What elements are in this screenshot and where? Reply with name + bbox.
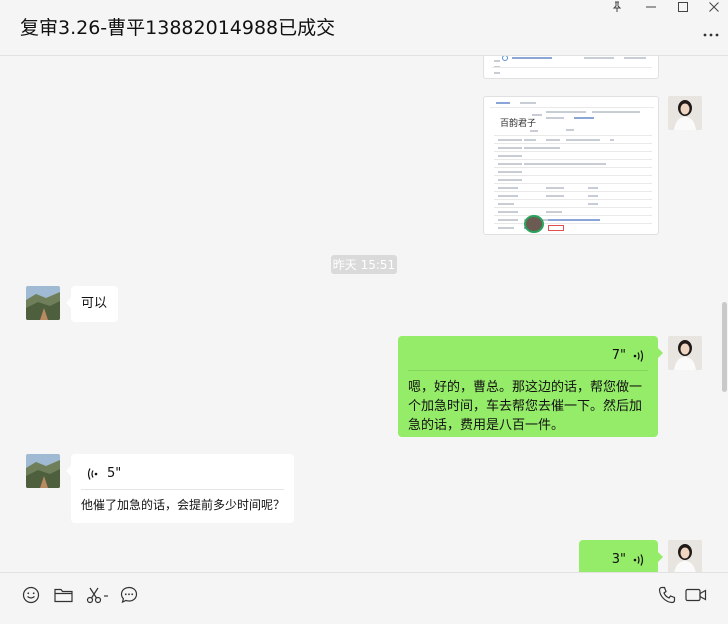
voice-duration: 3" <box>611 552 626 567</box>
voice-message-bubble-right[interactable]: 3" <box>579 540 663 572</box>
image-card-seal <box>524 215 544 233</box>
voice-transcript: 他催了加急的话，会提前多少时间呢？ <box>81 498 286 512</box>
maximize-icon[interactable] <box>669 0 697 14</box>
avatar-contact[interactable] <box>26 286 60 320</box>
voice-message-bubble-left[interactable]: 5" 他催了加急的话，会提前多少时间呢？ <box>66 454 294 523</box>
more-icon[interactable] <box>702 26 720 38</box>
avatar-self[interactable] <box>668 336 702 370</box>
video-icon[interactable] <box>684 584 708 606</box>
avatar-self[interactable] <box>668 540 702 572</box>
chat-title: 复审3.26-曹平13882014988已成交 <box>20 17 336 39</box>
voice-transcript: 嗯，好的，曹总。那这边的话，帮您做一个加急时间，车去帮您去催一下。然后加急的话，… <box>408 380 643 433</box>
emoji-icon[interactable] <box>20 584 42 606</box>
phone-icon[interactable] <box>656 584 678 606</box>
voice-duration: 7" <box>611 348 626 363</box>
input-toolbar <box>0 572 728 624</box>
image-card-heading: 百韵君子 <box>500 119 537 129</box>
close-icon[interactable] <box>700 0 728 14</box>
chat-history-icon[interactable] <box>118 584 140 606</box>
voice-wave-icon <box>633 553 644 566</box>
message-text: 可以 <box>81 296 108 311</box>
voice-duration: 5" <box>107 466 122 481</box>
minimize-icon[interactable] <box>637 0 665 14</box>
image-message[interactable]: 百韵君子 <box>483 96 659 235</box>
timestamp-separator: 昨天 15:51 <box>331 255 397 274</box>
chat-area[interactable]: 百韵君子 昨天 15:51 可以 7" 嗯，好的，曹总。那这边的话，帮您做一个加… <box>0 56 728 572</box>
voice-message-bubble-right[interactable]: 7" 嗯，好的，曹总。那这边的话，帮您做一个加急时间，车去帮您去催一下。然后加急… <box>398 336 663 437</box>
image-message-partial[interactable] <box>483 56 659 79</box>
voice-wave-icon <box>87 467 98 480</box>
folder-icon[interactable] <box>52 584 74 606</box>
chat-scrollbar[interactable] <box>722 302 727 392</box>
avatar-contact[interactable] <box>26 454 60 488</box>
pin-icon[interactable] <box>603 0 631 14</box>
title-bar: 复审3.26-曹平13882014988已成交 <box>0 0 728 56</box>
avatar-self[interactable] <box>668 96 702 130</box>
message-bubble-left[interactable]: 可以 <box>66 286 118 322</box>
scissors-icon[interactable] <box>85 584 111 606</box>
voice-wave-icon <box>633 349 644 362</box>
